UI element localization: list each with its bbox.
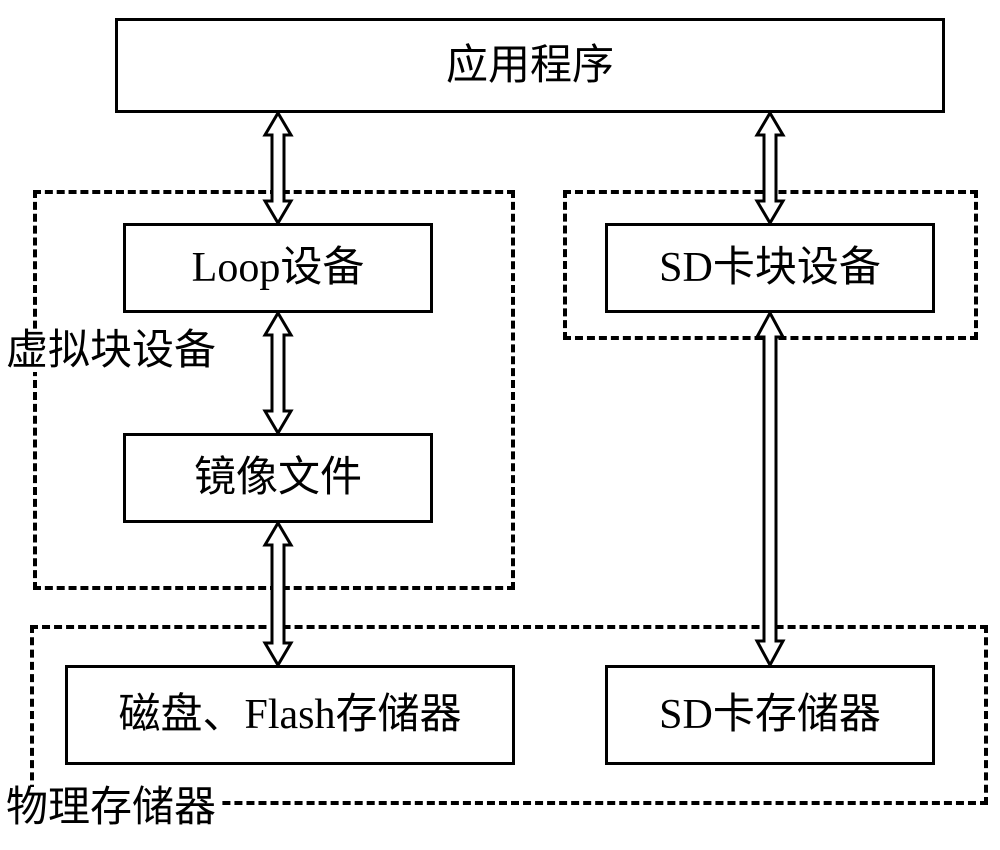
virtual-group-label: 虚拟块设备 [2,330,220,372]
arrow-sdblock-sdstorage [750,313,790,665]
application-box: 应用程序 [115,18,945,113]
diagram-canvas: 应用程序 Loop设备 镜像文件 SD卡块设备 磁盘、Flash存储器 SD卡存… [0,0,1000,850]
arrow-loop-image [258,313,298,433]
arrow-image-disk [258,523,298,665]
sd-block-device-box: SD卡块设备 [605,223,935,313]
sd-block-device-label: SD卡块设备 [659,247,881,289]
sd-storage-box: SD卡存储器 [605,665,935,765]
sd-storage-label: SD卡存储器 [659,694,881,736]
arrow-app-sdblock [750,113,790,223]
disk-flash-box: 磁盘、Flash存储器 [65,665,515,765]
physical-group-label: 物理存储器 [2,787,220,829]
loop-device-label: Loop设备 [192,247,365,289]
loop-device-box: Loop设备 [123,223,433,313]
application-label: 应用程序 [446,45,614,87]
disk-flash-label: 磁盘、Flash存储器 [118,694,461,736]
image-file-box: 镜像文件 [123,433,433,523]
arrow-app-loop [258,113,298,223]
image-file-label: 镜像文件 [194,457,362,499]
